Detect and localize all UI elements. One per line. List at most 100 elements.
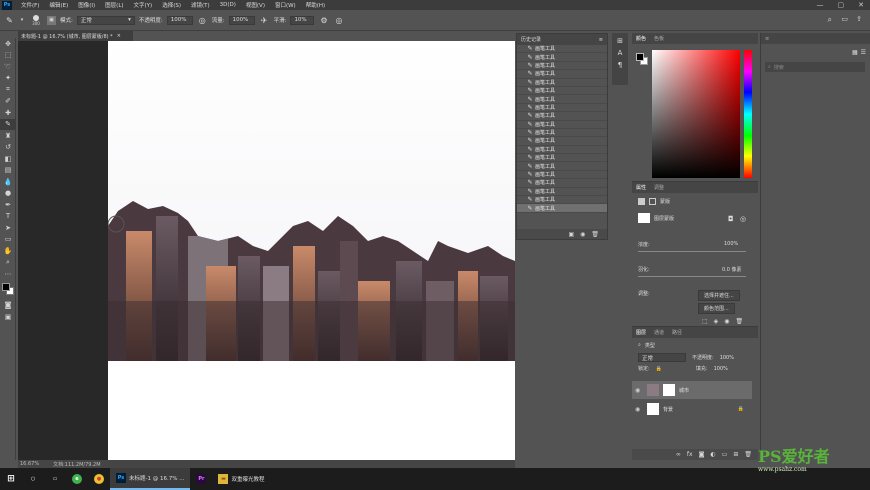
document-tab[interactable]: 未标题-1 @ 16.7% (城市, 图层蒙版/8) * ×	[18, 31, 133, 41]
flow-field[interactable]: 100%	[228, 15, 255, 25]
dodge-tool-icon[interactable]: ●	[0, 188, 16, 200]
library-search-input[interactable]: ⌕ 搜索	[765, 62, 865, 72]
eyedropper-tool-icon[interactable]: ✐	[0, 96, 16, 108]
history-item[interactable]: ✎ 画笔工具	[517, 162, 607, 171]
smoothing-field[interactable]: 10%	[290, 15, 315, 25]
history-icon[interactable]: ⊞	[617, 37, 623, 45]
path-selection-tool-icon[interactable]: ➤	[0, 222, 16, 234]
history-item[interactable]: ✎ 画笔工具	[517, 204, 607, 213]
grid-view-icon[interactable]: ▦	[852, 49, 858, 56]
history-checkbox[interactable]	[517, 45, 525, 53]
history-item[interactable]: ✎ 画笔工具	[517, 70, 607, 79]
history-checkbox[interactable]	[517, 154, 525, 162]
panel-collapse-icon[interactable]: ≡	[765, 36, 769, 42]
history-item[interactable]: ✎ 画笔工具	[517, 129, 607, 138]
zoom-tool-icon[interactable]: ⌕	[0, 257, 16, 269]
visibility-icon[interactable]: ◉	[724, 318, 729, 325]
history-checkbox[interactable]	[517, 95, 525, 103]
menu-select[interactable]: 选择(S)	[157, 1, 186, 9]
app-green-button[interactable]: e	[66, 468, 88, 490]
history-brush-tool-icon[interactable]: ↺	[0, 142, 16, 154]
trash-icon[interactable]: 🗑	[744, 451, 752, 458]
history-checkbox[interactable]	[517, 61, 525, 69]
type-tool-icon[interactable]: T	[0, 211, 16, 223]
history-item[interactable]: ✎ 画笔工具	[517, 45, 607, 54]
fx-icon[interactable]: fx	[687, 451, 693, 458]
history-item[interactable]: ✎ 画笔工具	[517, 104, 607, 113]
share-icon[interactable]: ⇪	[856, 15, 862, 23]
start-button[interactable]: ⊞	[0, 468, 22, 490]
link-layers-icon[interactable]: ∞	[676, 451, 681, 458]
gradient-tool-icon[interactable]: ▤	[0, 165, 16, 177]
pressure-opacity-icon[interactable]: ◎	[197, 15, 208, 26]
taskbar-folder[interactable]: ▬ 双重曝光教程	[212, 468, 270, 490]
blend-mode-select[interactable]: 正常	[638, 353, 686, 362]
history-item[interactable]: ✎ 画笔工具	[517, 95, 607, 104]
character-icon[interactable]: A	[618, 49, 623, 57]
close-tab-icon[interactable]: ×	[117, 33, 121, 39]
chevron-down-icon[interactable]: ▾	[19, 15, 25, 26]
airbrush-icon[interactable]: ✈	[259, 15, 270, 26]
tab-adjustments[interactable]: 调整	[654, 184, 664, 191]
new-layer-icon[interactable]: ⊞	[733, 451, 738, 458]
history-item[interactable]: ✎ 画笔工具	[517, 61, 607, 71]
marquee-tool-icon[interactable]: ⬚	[0, 50, 16, 62]
history-checkbox[interactable]	[517, 196, 525, 204]
chrome-button[interactable]: ●	[88, 468, 110, 490]
cortana-button[interactable]: ○	[22, 468, 44, 490]
crop-tool-icon[interactable]: ⌗	[0, 84, 16, 96]
add-mask-icon[interactable]: ◙	[699, 451, 705, 458]
history-item[interactable]: ✎ 画笔工具	[517, 146, 607, 155]
layer-name[interactable]: 背景	[663, 406, 673, 413]
camera-icon[interactable]: ◉	[580, 231, 585, 238]
list-view-icon[interactable]: ☰	[861, 49, 866, 56]
menu-image[interactable]: 图像(I)	[73, 1, 100, 9]
history-panel-title[interactable]: 历史记录	[521, 36, 541, 43]
history-checkbox[interactable]	[517, 129, 525, 137]
mask-link-icon[interactable]: ◎	[740, 215, 746, 223]
select-and-mask-button[interactable]: 选择并遮住...	[698, 290, 740, 301]
layer-name[interactable]: 城市	[679, 387, 689, 394]
layer-row-background[interactable]: ◉ 背景 🔒	[632, 400, 752, 418]
color-field[interactable]	[652, 50, 740, 178]
density-slider[interactable]	[638, 251, 746, 252]
history-item[interactable]: ✎ 画笔工具	[517, 171, 607, 180]
history-item[interactable]: ✎ 画笔工具	[517, 196, 607, 205]
history-checkbox[interactable]	[517, 112, 525, 120]
opacity-field[interactable]: 100%	[166, 15, 193, 25]
history-checkbox[interactable]	[517, 187, 525, 195]
taskbar-premiere[interactable]: Pr	[190, 468, 212, 490]
tab-swatches[interactable]: 色板	[654, 35, 664, 42]
taskview-button[interactable]: ▭	[44, 468, 66, 490]
new-document-from-state-icon[interactable]: ▣	[568, 231, 574, 238]
stamp-tool-icon[interactable]: ♜	[0, 130, 16, 142]
history-checkbox[interactable]	[517, 87, 525, 95]
minimize-button[interactable]: —	[817, 1, 824, 9]
menu-filter[interactable]: 滤镜(T)	[186, 1, 215, 9]
panel-menu-icon[interactable]: ≡	[599, 37, 603, 43]
filter-kind-select[interactable]: 类型	[645, 342, 655, 349]
layer-row-city[interactable]: ◉ 城市	[632, 381, 752, 399]
tab-channels[interactable]: 通道	[654, 329, 664, 336]
zoom-level[interactable]: 16.67%	[20, 461, 39, 467]
rectangle-tool-icon[interactable]: ▭	[0, 234, 16, 246]
layer-mask-thumbnail[interactable]	[663, 384, 675, 396]
brush-settings-icon[interactable]: ▣	[47, 15, 56, 25]
lock-icon[interactable]: 🔒	[656, 366, 662, 372]
history-item[interactable]: ✎ 画笔工具	[517, 53, 607, 62]
adjustment-layer-icon[interactable]: ◐	[710, 451, 715, 458]
blur-tool-icon[interactable]: 💧	[0, 176, 16, 188]
history-checkbox[interactable]	[517, 78, 525, 86]
close-window-button[interactable]: ✕	[858, 1, 864, 9]
tab-color[interactable]: 颜色	[636, 35, 646, 42]
menu-edit[interactable]: 编辑(E)	[44, 1, 73, 9]
feather-value[interactable]: 0.0 像素	[722, 266, 742, 273]
eraser-tool-icon[interactable]: ◧	[0, 153, 16, 165]
paragraph-icon[interactable]: ¶	[618, 61, 622, 69]
brush-tool-icon[interactable]: ✎	[4, 15, 15, 26]
history-checkbox[interactable]	[517, 204, 525, 212]
eye-icon[interactable]: ◉	[635, 387, 643, 394]
history-item[interactable]: ✎ 画笔工具	[517, 112, 607, 121]
mode-select[interactable]: 正常 ▾	[76, 15, 135, 25]
history-checkbox[interactable]	[517, 171, 525, 179]
